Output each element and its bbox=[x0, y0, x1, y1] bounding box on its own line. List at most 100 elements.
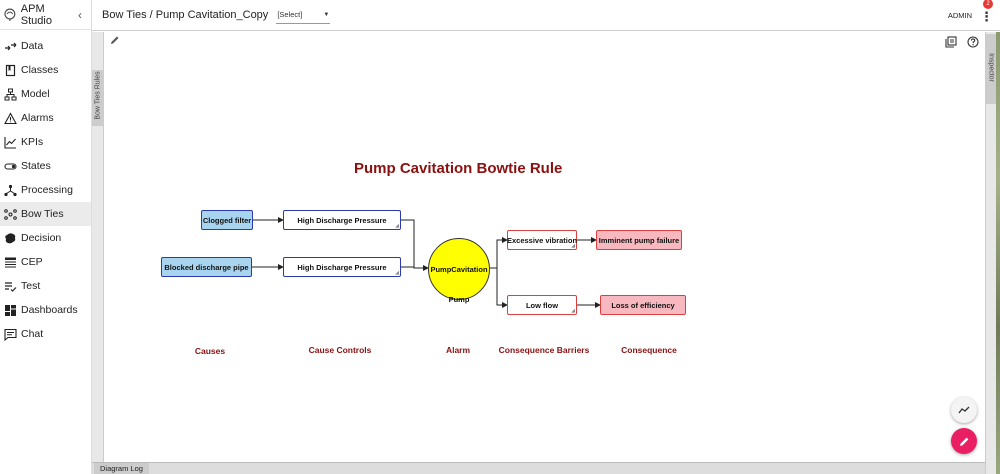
sidebar-item-label: Data bbox=[21, 40, 44, 52]
chat-icon bbox=[4, 328, 17, 341]
sidebar-item-label: KPIs bbox=[21, 136, 44, 148]
bow-ties-rules-tab[interactable]: Bow Ties Rules bbox=[92, 70, 104, 126]
data-flow-icon bbox=[4, 40, 17, 53]
sidebar-item-decision[interactable]: Decision bbox=[0, 226, 91, 250]
network-icon bbox=[4, 184, 17, 197]
sidebar-item-label: Bow Ties bbox=[21, 208, 64, 220]
dashboard-icon bbox=[4, 304, 17, 317]
sidebar-item-label: Alarms bbox=[21, 112, 54, 124]
diagram-log-bar: Diagram Log bbox=[92, 462, 985, 474]
sidebar-item-processing[interactable]: Processing bbox=[0, 178, 91, 202]
sidebar-item-data[interactable]: Data bbox=[0, 34, 91, 58]
barrier-node-label: Low flow bbox=[525, 300, 559, 310]
bowtie-select[interactable]: [Select] ▼ bbox=[276, 6, 331, 24]
sidebar-item-label: Chat bbox=[21, 328, 44, 340]
right-panel-strip: Inspector bbox=[985, 32, 997, 474]
trend-line-icon bbox=[958, 406, 970, 414]
edit-fab-button[interactable] bbox=[951, 428, 977, 454]
sidebar-item-cep[interactable]: CEP bbox=[0, 250, 91, 274]
control-node-label: High Discharge Pressure bbox=[297, 215, 387, 225]
more-menu-button[interactable]: ⋮ 2 bbox=[980, 0, 993, 24]
user-name[interactable]: ADMIN bbox=[948, 11, 972, 20]
bow-ties-rules-tab-label: Bow Ties Rules bbox=[94, 71, 102, 120]
sidebar-nav: Data Classes Model Alarms KPIs States Pr… bbox=[0, 30, 91, 346]
caret-down-icon: ▼ bbox=[323, 11, 330, 18]
brand-header: APM Studio ‹ bbox=[0, 0, 91, 30]
notification-badge: 2 bbox=[983, 0, 993, 9]
barrier-node-label: Excessive vibration bbox=[506, 235, 578, 245]
diagram-title: Pump Cavitation Bowtie Rule bbox=[354, 160, 563, 177]
alarm-node-name: PumpCavitation bbox=[430, 264, 488, 274]
trend-fab-button[interactable] bbox=[951, 397, 977, 423]
cause-node-label: Blocked discharge pipe bbox=[164, 262, 249, 272]
table-icon bbox=[4, 256, 17, 269]
cause-node[interactable]: Blocked discharge pipe bbox=[161, 257, 252, 277]
bowtie-icon bbox=[4, 208, 17, 221]
barrier-node[interactable]: Low flow ◢ bbox=[507, 295, 577, 315]
diagram-log-tab[interactable]: Diagram Log bbox=[94, 463, 149, 474]
collapse-sidebar-icon[interactable]: ‹ bbox=[78, 8, 82, 22]
column-label-alarm: Alarm bbox=[445, 345, 471, 355]
sidebar-item-label: Classes bbox=[21, 64, 59, 76]
column-label-consequence: Consequence bbox=[621, 345, 677, 355]
alarm-node[interactable]: PumpCavitation bbox=[428, 238, 490, 300]
barrier-node[interactable]: Excessive vibration ◢ bbox=[507, 230, 577, 250]
sidebar-item-bow-ties[interactable]: Bow Ties bbox=[0, 202, 91, 226]
sidebar-item-test[interactable]: Test bbox=[0, 274, 91, 298]
alarm-node-label: Pump bbox=[448, 295, 470, 304]
sidebar-item-classes[interactable]: Classes bbox=[0, 58, 91, 82]
sidebar-item-dashboards[interactable]: Dashboards bbox=[0, 298, 91, 322]
consequence-node[interactable]: Imminent pump failure bbox=[596, 230, 682, 250]
trend-chart-icon bbox=[4, 136, 17, 149]
sidebar-item-chat[interactable]: Chat bbox=[0, 322, 91, 346]
resize-handle-icon: ◢ bbox=[395, 223, 399, 229]
breadcrumb[interactable]: Bow Ties / Pump Cavitation_Copy bbox=[102, 9, 268, 21]
resize-handle-icon: ◢ bbox=[571, 308, 575, 314]
control-node[interactable]: High Discharge Pressure ◢ bbox=[283, 257, 401, 277]
background-edge bbox=[996, 32, 1000, 474]
consequence-node-label: Imminent pump failure bbox=[598, 235, 680, 245]
consequence-node-label: Loss of efficiency bbox=[611, 300, 675, 310]
connector-control1-alarm bbox=[401, 219, 429, 271]
cause-node[interactable]: Clogged filter bbox=[201, 210, 253, 230]
book-icon bbox=[4, 64, 17, 77]
apm-logo-icon bbox=[4, 8, 16, 21]
inspector-tab-label: Inspector bbox=[987, 53, 995, 82]
cause-node-label: Clogged filter bbox=[202, 215, 252, 225]
sidebar-item-alarms[interactable]: Alarms bbox=[0, 106, 91, 130]
hierarchy-icon bbox=[4, 88, 17, 101]
warning-icon bbox=[4, 111, 17, 125]
sidebar-item-label: Processing bbox=[21, 184, 73, 196]
sidebar-item-label: Decision bbox=[21, 232, 62, 244]
sidebar: APM Studio ‹ Data Classes Model Alarms K… bbox=[0, 0, 92, 474]
sidebar-item-label: CEP bbox=[21, 256, 43, 268]
diagram-canvas[interactable]: Pump Cavitation Bowtie Rule Clogged filt… bbox=[104, 32, 985, 462]
connector-alarm-barrier2 bbox=[496, 268, 508, 308]
checklist-icon bbox=[4, 280, 17, 293]
top-bar: Bow Ties / Pump Cavitation_Copy [Select]… bbox=[92, 0, 1000, 31]
sidebar-item-label: Test bbox=[21, 280, 41, 292]
connector-alarm-barrier1 bbox=[490, 237, 508, 269]
sidebar-item-label: States bbox=[21, 160, 51, 172]
resize-handle-icon: ◢ bbox=[571, 243, 575, 249]
connector-control2-alarm bbox=[401, 266, 415, 268]
more-vert-icon: ⋮ bbox=[980, 9, 993, 24]
control-node-label: High Discharge Pressure bbox=[297, 262, 387, 272]
toggle-icon bbox=[4, 160, 17, 173]
control-node[interactable]: High Discharge Pressure ◢ bbox=[283, 210, 401, 230]
brain-icon bbox=[4, 232, 17, 245]
sidebar-item-label: Model bbox=[21, 88, 50, 100]
sidebar-item-kpis[interactable]: KPIs bbox=[0, 130, 91, 154]
column-label-barriers: Consequence Barriers bbox=[498, 345, 590, 355]
app-title: APM Studio bbox=[20, 2, 52, 27]
select-value: [Select] bbox=[277, 10, 303, 19]
resize-handle-icon: ◢ bbox=[395, 270, 399, 276]
column-label-controls: Cause Controls bbox=[308, 345, 372, 355]
left-panel-strip: Bow Ties Rules bbox=[92, 32, 104, 474]
sidebar-item-label: Dashboards bbox=[21, 304, 78, 316]
sidebar-item-states[interactable]: States bbox=[0, 154, 91, 178]
sidebar-item-model[interactable]: Model bbox=[0, 82, 91, 106]
column-label-causes: Causes bbox=[194, 346, 226, 356]
consequence-node[interactable]: Loss of efficiency bbox=[600, 295, 686, 315]
edit-pencil-icon bbox=[959, 437, 968, 446]
